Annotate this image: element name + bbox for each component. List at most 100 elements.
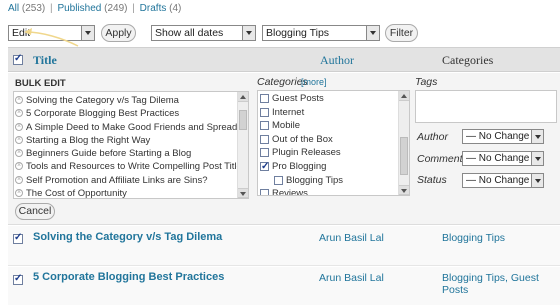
status-links: All (253) | Published (249) | Drafts (4) [8, 3, 181, 14]
column-title-header[interactable]: Title [33, 53, 57, 68]
column-categories-header: Categories [442, 53, 494, 67]
bulk-post-title: Solving the Category v/s Tag Dilema [26, 95, 179, 106]
status-separator: | [50, 3, 53, 14]
status-all-count: (253) [21, 3, 46, 14]
category-name: Plugin Releases [272, 147, 341, 159]
post-title-link[interactable]: Solving the Category v/s Tag Dilema [33, 231, 222, 243]
post-author-link[interactable]: Arun Basil Lal [319, 232, 384, 244]
remove-post-icon[interactable]: × [15, 109, 23, 118]
bulk-post-list[interactable]: × Solving the Category v/s Tag Dilema × 5 C… [13, 91, 249, 199]
remove-post-icon[interactable]: × [15, 96, 23, 104]
chevron-down-icon [242, 26, 255, 40]
date-filter-select[interactable]: Show all dates [151, 25, 256, 41]
filter-button[interactable]: Filter [385, 24, 418, 42]
chevron-down-icon [366, 26, 379, 40]
category-name: Guest Posts [272, 93, 324, 104]
bulk-edit-heading: BULK EDIT [15, 78, 66, 89]
author-select[interactable]: — No Change — [462, 129, 544, 144]
remove-post-icon[interactable]: × [15, 189, 23, 198]
category-filter-value: Blogging Tips [266, 27, 330, 39]
post-list-scrollbar[interactable] [237, 92, 248, 198]
bulk-post-item: × Starting a Blog the Right Way [14, 134, 248, 147]
status-separator: | [132, 3, 135, 14]
comments-select[interactable]: — No Change — [462, 151, 544, 166]
bulk-post-item: × Tools and Resources to Write Compelling… [14, 160, 248, 173]
category-checklist[interactable]: Guest Posts Internet Mobile Out of the Box P… [257, 90, 410, 196]
table-row: Solving the Category v/s Tag Dilema Arun… [8, 226, 560, 266]
annotation-arrow-icon [24, 28, 79, 47]
category-name: Internet [272, 106, 305, 118]
bulk-post-title: Beginners Guide before Starting a Blog [26, 148, 192, 160]
category-item[interactable]: Pro Blogging [258, 160, 409, 174]
category-item[interactable]: Guest Posts [258, 92, 409, 106]
category-name: Blogging Tips [286, 174, 344, 186]
bulk-post-title: Starting a Blog the Right Way [26, 134, 151, 146]
bulk-post-title: Tools and Resources to Write Compelling … [26, 161, 247, 173]
category-name: Pro Blogging [272, 160, 327, 172]
scroll-up-icon[interactable] [238, 92, 248, 102]
category-scrollbar[interactable] [398, 91, 409, 195]
post-categories-link[interactable]: Blogging Tips, Guest Posts [442, 272, 560, 296]
bulk-post-item: × Self Promotion and Affiliate Links are … [14, 174, 248, 187]
comments-label: Comments [417, 153, 468, 165]
bulk-post-item: × A Simple Deed to Make Good Friends and … [14, 121, 248, 134]
row-checkbox[interactable] [13, 232, 23, 244]
category-name: Mobile [272, 120, 300, 132]
remove-post-icon[interactable]: × [15, 135, 23, 144]
status-published-link[interactable]: Published [57, 3, 101, 14]
category-item[interactable]: Plugin Releases [258, 146, 409, 160]
category-checkbox[interactable] [260, 134, 269, 144]
category-checkbox[interactable] [260, 121, 269, 131]
chevron-down-icon [81, 26, 94, 40]
category-checkbox[interactable] [260, 160, 269, 173]
post-author-link[interactable]: Arun Basil Lal [319, 272, 384, 284]
category-item[interactable]: Out of the Box [258, 133, 409, 147]
status-drafts-count: (4) [169, 3, 182, 14]
category-item[interactable]: Internet [258, 106, 409, 120]
post-title-link[interactable]: 5 Corporate Blogging Best Practices [33, 271, 224, 283]
bulk-post-item: × Solving the Category v/s Tag Dilema [14, 94, 248, 107]
chevron-down-icon [531, 130, 543, 143]
table-row: 5 Corporate Blogging Best Practices Arun… [8, 267, 560, 305]
remove-post-icon[interactable]: × [15, 162, 23, 171]
scroll-thumb[interactable] [400, 137, 408, 175]
bulk-post-item: × The Cost of Opportunity [14, 187, 248, 199]
author-label: Author [417, 131, 448, 143]
status-select[interactable]: — No Change — [462, 173, 544, 188]
scroll-thumb[interactable] [239, 110, 247, 130]
chevron-down-icon [531, 152, 543, 165]
category-item[interactable]: Reviews [258, 187, 409, 196]
scroll-down-icon[interactable] [399, 185, 409, 195]
row-checkbox[interactable] [13, 273, 23, 285]
scroll-up-icon[interactable] [399, 91, 409, 101]
bulk-post-item: × 5 Corporate Blogging Best Practices [14, 107, 248, 120]
post-categories-link[interactable]: Blogging Tips [442, 232, 505, 244]
category-name: Reviews [272, 188, 308, 196]
category-item[interactable]: Mobile [258, 119, 409, 133]
cancel-button[interactable]: Cancel [15, 203, 55, 220]
status-label: Status [417, 174, 447, 186]
status-published-count: (249) [104, 3, 128, 14]
date-filter-value: Show all dates [155, 27, 224, 39]
remove-post-icon[interactable]: × [15, 175, 23, 184]
category-checkbox[interactable] [260, 189, 269, 195]
remove-post-icon[interactable]: × [15, 122, 23, 131]
remove-post-icon[interactable]: × [15, 149, 23, 158]
bulk-post-title: The Cost of Opportunity [26, 188, 127, 199]
category-checkbox[interactable] [260, 148, 269, 158]
categories-more-link[interactable]: [more] [301, 77, 327, 87]
category-checkbox[interactable] [274, 175, 283, 185]
column-author-header[interactable]: Author [320, 53, 354, 68]
scroll-down-icon[interactable] [238, 188, 248, 198]
status-drafts-link[interactable]: Drafts [140, 3, 167, 14]
select-all-checkbox[interactable] [13, 53, 23, 65]
category-checkbox[interactable] [260, 94, 269, 103]
category-checkbox[interactable] [260, 107, 269, 117]
apply-button[interactable]: Apply [101, 24, 136, 42]
table-header: Title Author Categories [8, 47, 560, 72]
chevron-down-icon [531, 174, 543, 187]
category-filter-select[interactable]: Blogging Tips [262, 25, 380, 41]
tags-textarea[interactable] [415, 90, 557, 123]
category-item[interactable]: Blogging Tips [258, 174, 409, 188]
status-all-link[interactable]: All [8, 3, 19, 14]
